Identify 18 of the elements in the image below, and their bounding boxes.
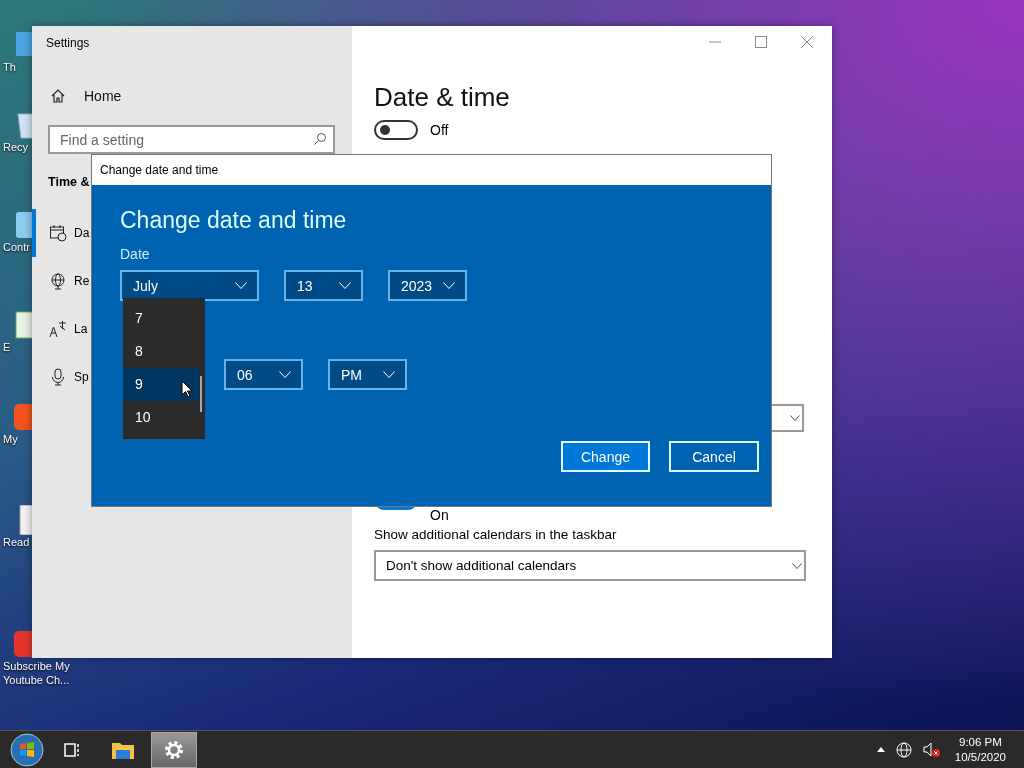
dialog-heading: Change date and time — [120, 207, 348, 234]
dialog-title: Change date and time — [92, 155, 771, 185]
icon-label: Th — [3, 60, 16, 74]
clock-time: 9:06 PM — [959, 734, 1002, 750]
icon-label: My — [3, 432, 18, 446]
toggle-label: Off — [430, 122, 449, 138]
page-heading: Date & time — [374, 82, 511, 113]
icon-label: Read — [3, 535, 30, 549]
toggle-label: On — [430, 507, 449, 523]
icon-label: Contr — [3, 240, 30, 254]
clock-date: 10/5/2020 — [954, 749, 1006, 765]
icon-label: Recy — [3, 140, 29, 154]
section-heading: Time & — [48, 175, 90, 191]
field-label: Show additional calendars in the taskbar — [374, 527, 618, 542]
icon-label: E — [3, 340, 11, 354]
field-label: Date — [120, 246, 151, 262]
icon-label: Subscribe My Youtube Ch... — [3, 659, 71, 687]
window-title: Settings — [45, 35, 91, 52]
